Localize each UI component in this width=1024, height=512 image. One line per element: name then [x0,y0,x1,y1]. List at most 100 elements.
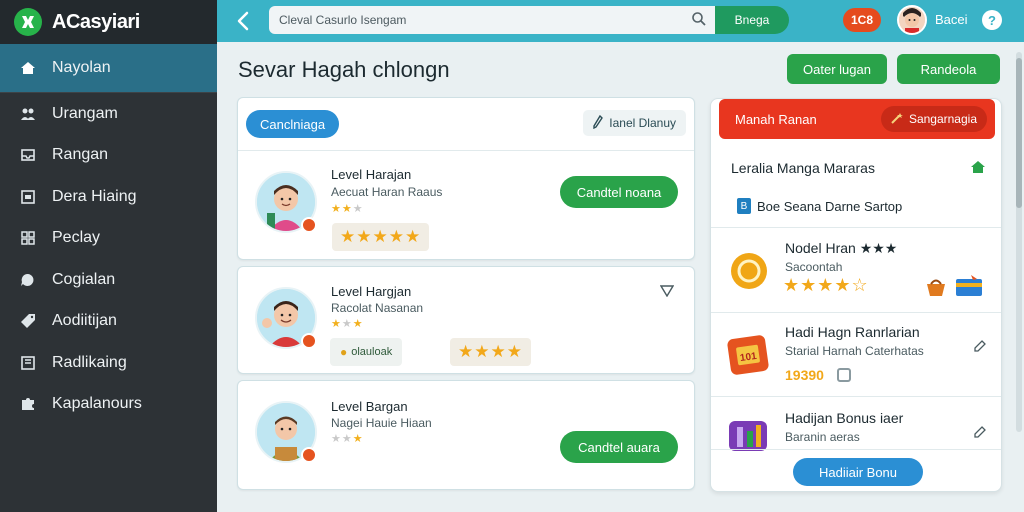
puzzle-icon [20,396,36,412]
chevron-left-icon [237,11,249,31]
inbox-icon [20,147,36,163]
edit-icon[interactable] [973,339,987,358]
tag-icon [20,313,36,329]
rating-stars: ★★★★☆ [783,275,869,295]
book-icon: B [737,198,751,214]
sidebar-item-label: Dera Hiaing [52,187,137,205]
mini-rating: ★★★ [331,203,364,215]
candtel-button[interactable]: Candtel noana [560,176,678,208]
user-name[interactable]: Bacei [935,12,968,27]
notification-badge[interactable]: 1C8 [843,8,881,32]
users-icon [20,106,36,122]
search-button[interactable]: Bnega [715,6,789,34]
report-icon [20,355,36,371]
item-title: Level Harajan [331,167,412,182]
wand-icon [891,112,903,127]
sidebar-item-label: Nayolan [52,59,111,76]
list-item[interactable]: Level Hargjan Racolat Nasanan ★★★ ● olau… [237,266,695,374]
sidebar-item-label: Aodiitijan [52,312,117,330]
bonus-button[interactable]: Hadiiair Bonu [793,458,923,486]
sidebar-item-label: Rangan [52,146,109,164]
card-link-label: Ianel Dlanuy [609,116,676,130]
copy-icon[interactable] [837,368,851,382]
brand[interactable]: ACasyiari [0,0,217,44]
chat-icon [20,272,36,288]
panel-note: B Boe Seana Darne Sartop [737,198,902,214]
sidebar-item-label: Radlikaing [52,353,127,371]
scrollbar-thumb[interactable] [1016,58,1022,208]
card-link[interactable]: Ianel Dlanuy [583,110,686,136]
basket-icon[interactable] [925,277,947,302]
grid-icon [20,230,36,246]
svg-text:101: 101 [739,351,757,364]
back-button[interactable] [231,8,257,34]
search-input[interactable]: Cleval Casurlo Isengam [269,6,715,34]
sidebar-item-peclay[interactable]: Peclay [0,218,217,260]
gift-card-icon[interactable] [955,274,983,303]
sidebar-item-nayolan[interactable]: Nayolan [0,44,217,92]
item-title: Nodel Hran ★★★ [785,240,898,256]
panel-header-button[interactable]: Sangarnagia [880,106,987,132]
filter-icon[interactable] [659,284,675,302]
home-icon [20,60,36,76]
sidebar-item-dera-hiaing[interactable]: Dera Hiaing [0,176,217,218]
flag-icon [301,217,317,233]
points-value: 19390 [785,367,824,383]
item-title: Hadi Hagn Ranrlarian [785,324,920,340]
home-icon[interactable] [970,159,986,175]
item-title: Level Bargan [331,399,408,414]
divider [711,449,1001,450]
sidebar-item-urangam[interactable]: Urangam [0,93,217,135]
levels-card: Canclniaga Ianel Dlanuy Level Harajan Ae… [237,97,695,260]
doc-icon [20,189,36,205]
panel-header: Manah Ranan Sangarnagia [719,99,995,139]
brand-logo-icon [14,8,42,36]
sidebar-item-cogialan[interactable]: Cogialan [0,259,217,301]
sidebar-item-aodiitijan[interactable]: Aodiitijan [0,301,217,343]
sidebar-item-label: Peclay [52,229,101,247]
item-title: Level Hargjan [331,284,412,299]
flag-icon [301,447,317,463]
header-button-primary[interactable]: Oater lugan [787,54,887,84]
divider [711,312,1001,313]
panel-header-button-label: Sangarnagia [908,112,977,126]
header-button-secondary[interactable]: Randeola [897,54,1000,84]
coin-icon: ● [340,345,348,359]
item-title: Hadijan Bonus iaer [785,410,904,426]
promo-icon: 101 [726,334,770,376]
candtel-button[interactable]: Candtel auara [560,431,678,463]
rating-stars: ★★★★ [450,338,531,366]
panel-subtitle: Leralia Manga Mararas [731,160,875,176]
search-placeholder: Cleval Casurlo Isengam [279,13,407,27]
panel-note-label: Boe Seana Darne Sartop [757,198,903,214]
sidebar-item-kapalanours[interactable]: Kapalanours [0,384,217,426]
avatar[interactable] [897,5,927,35]
divider [711,396,1001,397]
rating-stars: ★★★★★ [332,223,430,251]
mini-rating: ★★★ [331,433,364,445]
mini-rating: ★★★ [331,318,364,330]
bonus-panel: Manah Ranan Sangarnagia Leralia Manga Ma… [710,98,1002,492]
list-item[interactable]: Level Harajan Aecuat Haran Raaus ★★★ ★★★… [238,151,694,259]
item-subtitle: Sacoontah [785,260,843,274]
sidebar-item-label: Urangam [52,104,118,122]
tab-canclniaga[interactable]: Canclniaga [246,110,340,138]
sidebar-item-rangan[interactable]: Rangan [0,135,217,177]
brand-name: ACasyiari [52,10,140,33]
item-subtitle: Aecuat Haran Raaus [331,185,443,199]
help-icon[interactable]: ? [982,10,1002,30]
card-header: Canclniaga Ianel Dlanuy [238,98,694,151]
tag-chip: ● olauloak [330,338,403,366]
sidebar-item-radlikaing[interactable]: Radlikaing [0,342,217,384]
item-subtitle: Racolat Nasanan [331,301,424,315]
list-item[interactable]: Level Bargan Nagei Hauie Hiaan ★★★ Candt… [237,380,695,490]
search-icon[interactable] [691,11,707,27]
item-subtitle: Baranin aeras [785,430,860,444]
sidebar: ACasyiari Nayolan Urangam Rangan Dera Hi… [0,0,217,512]
item-subtitle: Nagei Hauie Hiaan [331,416,432,430]
pencil-icon [593,114,604,132]
edit-icon[interactable] [973,425,987,444]
bonus-icon [729,421,767,451]
flag-icon [301,333,317,349]
sidebar-item-label: Kapalanours [52,395,142,413]
